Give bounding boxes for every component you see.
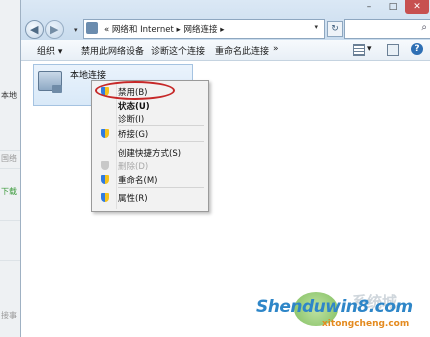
preview-pane-icon[interactable] — [387, 44, 399, 56]
organize-menu[interactable]: 组织 ▾ — [37, 44, 62, 57]
arrow-left-icon: ◀ — [30, 23, 39, 36]
address-dropdown[interactable]: ▾ — [314, 23, 318, 31]
context-menu: 禁用(B) 状态(U) 诊断(I) 桥接(G) 创建快捷方式(S) 删除(D) … — [91, 80, 209, 212]
rename-button[interactable]: 重命名此连接 — [215, 44, 269, 57]
shield-icon — [101, 193, 109, 202]
view-dropdown[interactable]: ▾ — [367, 44, 372, 54]
explorer-window: – □ ✕ ◀ ▶ ▾ « 网络和 Internet ▸ 网络连接 ▸ ▾ ↻ … — [20, 0, 430, 337]
disable-device-button[interactable]: 禁用此网络设备 — [81, 44, 144, 57]
menu-item-bridge[interactable]: 桥接(G) — [118, 128, 148, 140]
background-text: 下载 — [1, 187, 17, 196]
toolbar: 组织 ▾ 禁用此网络设备 诊断这个连接 重命名此连接 » ▾ ? — [21, 40, 430, 61]
forward-button[interactable]: ▶ — [45, 20, 64, 39]
menu-item-delete: 删除(D) — [118, 162, 149, 172]
recent-pages-dropdown[interactable]: ▾ — [74, 26, 78, 34]
network-cable-icon — [52, 85, 62, 93]
more-commands-button[interactable]: » — [273, 44, 279, 54]
diagnose-button[interactable]: 诊断这个连接 — [151, 44, 205, 57]
arrow-right-icon: ▶ — [50, 23, 59, 36]
background-text: 本地 — [1, 91, 17, 100]
maximize-button[interactable]: □ — [381, 0, 405, 14]
background-text: 接事 — [1, 311, 17, 320]
help-icon[interactable]: ? — [411, 43, 423, 55]
watermark-main: Shenduwin8.com — [256, 297, 413, 317]
menu-item-status[interactable]: 状态(U) — [118, 100, 150, 112]
search-icon: ⌕ — [421, 22, 427, 33]
address-bar[interactable]: « 网络和 Internet ▸ 网络连接 ▸ ▾ — [83, 19, 325, 39]
background-text: 国络 — [1, 154, 17, 163]
close-button[interactable]: ✕ — [405, 0, 429, 14]
shield-icon — [101, 161, 109, 170]
back-button[interactable]: ◀ — [25, 20, 44, 39]
search-input[interactable]: ⌕ — [344, 19, 430, 39]
shield-icon — [101, 129, 109, 138]
shield-icon — [101, 175, 109, 184]
view-options-icon[interactable] — [353, 44, 365, 56]
menu-item-properties[interactable]: 属性(R) — [118, 192, 148, 204]
menu-item-create-shortcut[interactable]: 创建快捷方式(S) — [118, 147, 181, 159]
menu-item-rename[interactable]: 重命名(M) — [118, 174, 157, 186]
title-bar: – □ ✕ ◀ ▶ ▾ « 网络和 Internet ▸ 网络连接 ▸ ▾ ↻ … — [21, 0, 430, 40]
annotation-circle — [95, 81, 175, 100]
background-window: 本地 国络 下载 接事 — [0, 0, 21, 337]
minimize-button[interactable]: – — [357, 0, 381, 14]
refresh-button[interactable]: ↻ — [327, 21, 343, 37]
menu-item-diagnose[interactable]: 诊断(I) — [118, 113, 144, 125]
network-folder-icon — [86, 22, 98, 34]
address-path[interactable]: « 网络和 Internet ▸ 网络连接 ▸ — [104, 23, 225, 35]
watermark-sub: xitongcheng.com — [322, 319, 410, 329]
